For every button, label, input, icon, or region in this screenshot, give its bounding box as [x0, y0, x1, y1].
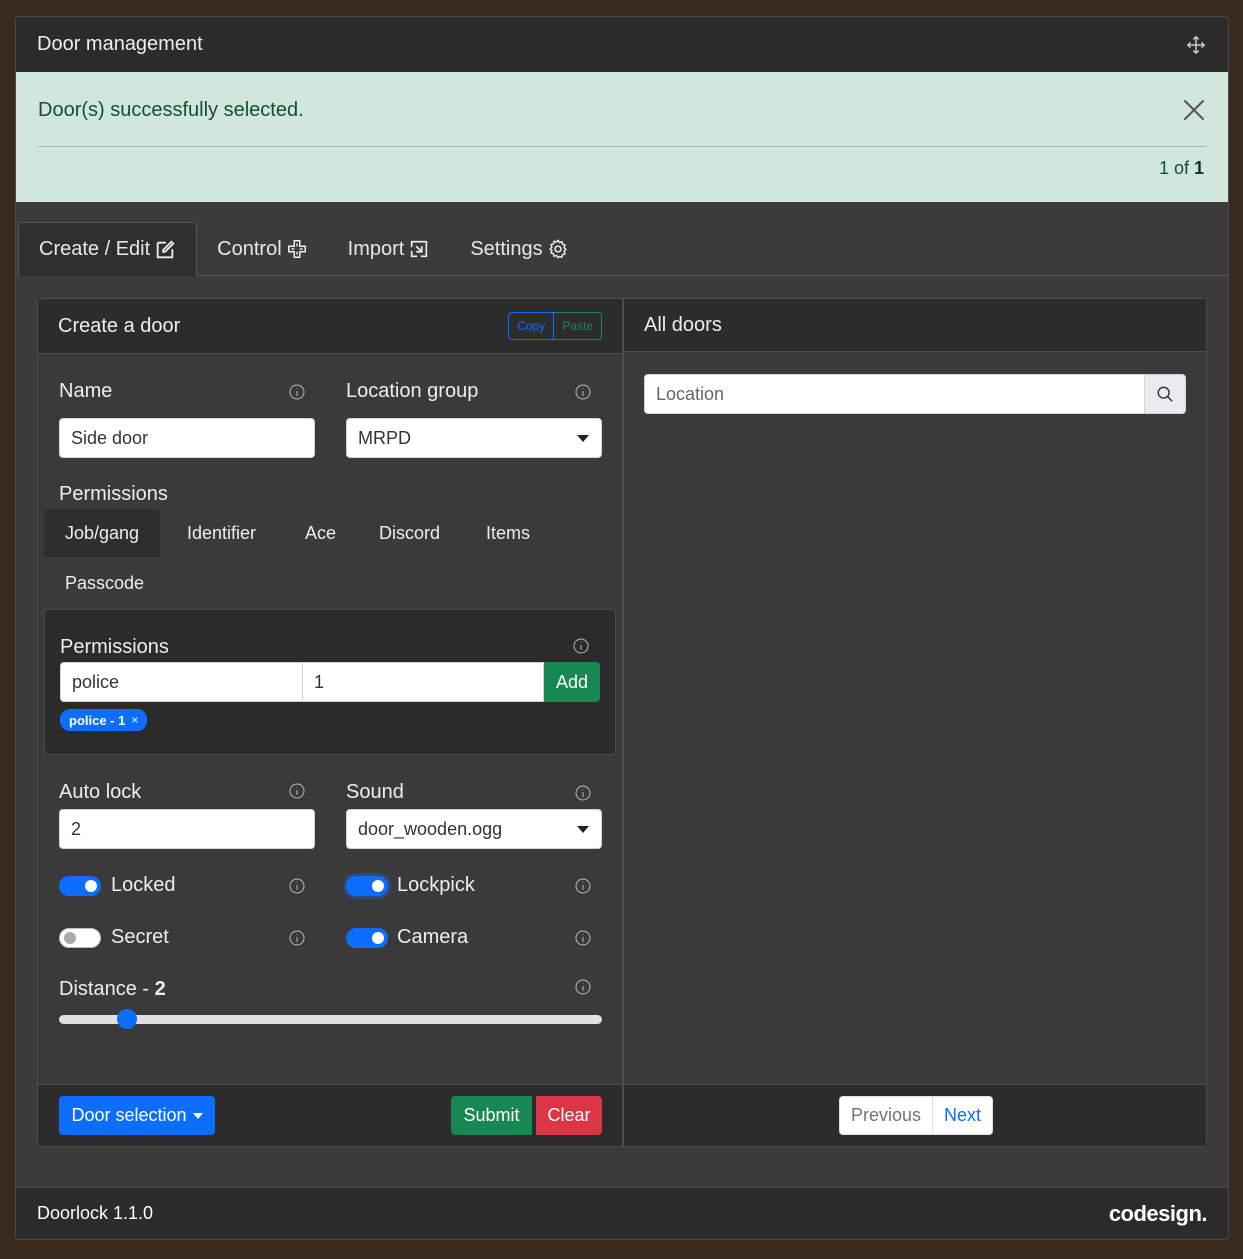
brand-logo: codesign.	[1108, 1200, 1208, 1226]
perm-tab-identifier[interactable]: Identifier	[166, 509, 277, 557]
main-tabs: Create / Edit Control Import Settings	[16, 222, 1228, 276]
all-doors-card: All doors Location Previous Next	[623, 298, 1207, 1147]
door-selection-button[interactable]: Door selection	[59, 1096, 215, 1135]
alert-divider	[38, 146, 1206, 147]
paste-button[interactable]: Paste	[554, 312, 602, 340]
lockpick-label: Lockpick	[397, 874, 475, 896]
create-door-card: Create a door Copy Paste Name Side door …	[37, 298, 623, 1147]
distance-slider[interactable]	[59, 1015, 602, 1024]
all-doors-header: All doors	[624, 299, 1206, 352]
tab-settings[interactable]: Settings	[450, 222, 588, 276]
move-icon[interactable]	[1185, 34, 1207, 56]
autolock-input[interactable]: 2	[59, 809, 315, 849]
all-doors-title: All doors	[644, 313, 722, 336]
location-group-label: Location group	[346, 380, 479, 402]
info-icon[interactable]	[289, 384, 305, 400]
gear-icon	[548, 239, 567, 259]
camera-toggle[interactable]	[346, 928, 388, 948]
version-label: Doorlock 1.1.0	[37, 1203, 154, 1223]
perm-grade-input[interactable]: 1	[302, 662, 544, 702]
distance-label: Distance - 2	[59, 978, 166, 1000]
window-title: Door management	[37, 33, 203, 55]
name-input[interactable]: Side door	[59, 418, 315, 458]
tab-create-edit[interactable]: Create / Edit	[18, 222, 198, 276]
create-door-header: Create a door Copy Paste	[38, 299, 622, 354]
control-icon	[287, 240, 306, 258]
autolock-label: Auto lock	[59, 781, 142, 803]
search-button[interactable]	[1144, 374, 1186, 414]
import-icon	[411, 240, 428, 258]
location-search-input[interactable]: Location	[644, 374, 1145, 414]
locked-label: Locked	[111, 874, 176, 896]
next-page-button[interactable]: Next	[933, 1097, 992, 1134]
info-icon[interactable]	[575, 785, 591, 801]
camera-label: Camera	[397, 926, 469, 948]
close-icon[interactable]	[1182, 98, 1206, 122]
lockpick-toggle[interactable]	[346, 876, 388, 896]
pagination: Previous Next	[839, 1096, 994, 1135]
info-icon[interactable]	[575, 979, 591, 995]
sound-select[interactable]: door_wooden.ogg	[346, 809, 602, 849]
info-icon[interactable]	[575, 878, 591, 894]
perm-tab-job-gang[interactable]: Job/gang	[44, 509, 161, 557]
permissions-label: Permissions	[59, 483, 168, 505]
distance-slider-thumb[interactable]	[116, 1009, 137, 1029]
alert-counter: 1 of 1	[1158, 158, 1204, 178]
caret-down-icon	[192, 1112, 203, 1119]
info-icon[interactable]	[573, 638, 589, 654]
alert-message: Door(s) successfully selected.	[38, 99, 304, 121]
secret-toggle[interactable]	[59, 928, 101, 948]
perm-tab-ace[interactable]: Ace	[284, 509, 357, 557]
secret-label: Secret	[111, 926, 169, 948]
perm-tab-items[interactable]: Items	[465, 509, 551, 557]
add-permission-button[interactable]: Add	[544, 662, 600, 702]
all-doors-footer: Previous Next	[624, 1084, 1206, 1146]
permission-editor: Permissions police 1 Add police - 1 ×	[44, 609, 616, 755]
create-door-title: Create a door	[58, 314, 181, 337]
tab-control[interactable]: Control	[197, 222, 327, 276]
info-icon[interactable]	[575, 930, 591, 946]
clear-button[interactable]: Clear	[536, 1096, 602, 1135]
edit-icon	[156, 239, 175, 258]
window-footer: Doorlock 1.1.0 codesign.	[16, 1187, 1228, 1239]
perm-tab-passcode[interactable]: Passcode	[44, 559, 165, 607]
info-icon[interactable]	[289, 930, 305, 946]
chevron-down-icon	[577, 826, 589, 833]
titlebar[interactable]: Door management	[16, 17, 1228, 72]
previous-page-button[interactable]: Previous	[840, 1097, 934, 1134]
tab-import[interactable]: Import	[328, 222, 451, 276]
info-icon[interactable]	[289, 878, 305, 894]
submit-button[interactable]: Submit	[451, 1096, 532, 1135]
perm-tab-discord[interactable]: Discord	[358, 509, 461, 557]
info-icon[interactable]	[289, 783, 305, 799]
create-card-footer: Door selection Submit Clear	[38, 1084, 622, 1146]
chevron-down-icon	[577, 435, 589, 442]
permission-badge: police - 1 ×	[60, 709, 148, 731]
copy-button[interactable]: Copy	[508, 312, 555, 340]
sound-label: Sound	[346, 781, 404, 803]
copy-paste-group: Copy Paste	[508, 312, 602, 340]
locked-toggle[interactable]	[59, 876, 101, 896]
remove-badge-icon[interactable]: ×	[131, 713, 138, 727]
perm-job-input[interactable]: police	[60, 662, 303, 702]
perm-box-label: Permissions	[60, 636, 169, 658]
success-alert: Door(s) successfully selected. 1 of 1	[16, 72, 1228, 202]
location-group-select[interactable]: MRPD	[346, 418, 602, 458]
info-icon[interactable]	[575, 384, 591, 400]
name-label: Name	[59, 380, 113, 402]
search-icon	[1157, 386, 1173, 402]
door-management-window: Door management Door(s) successfully sel…	[15, 16, 1229, 1240]
